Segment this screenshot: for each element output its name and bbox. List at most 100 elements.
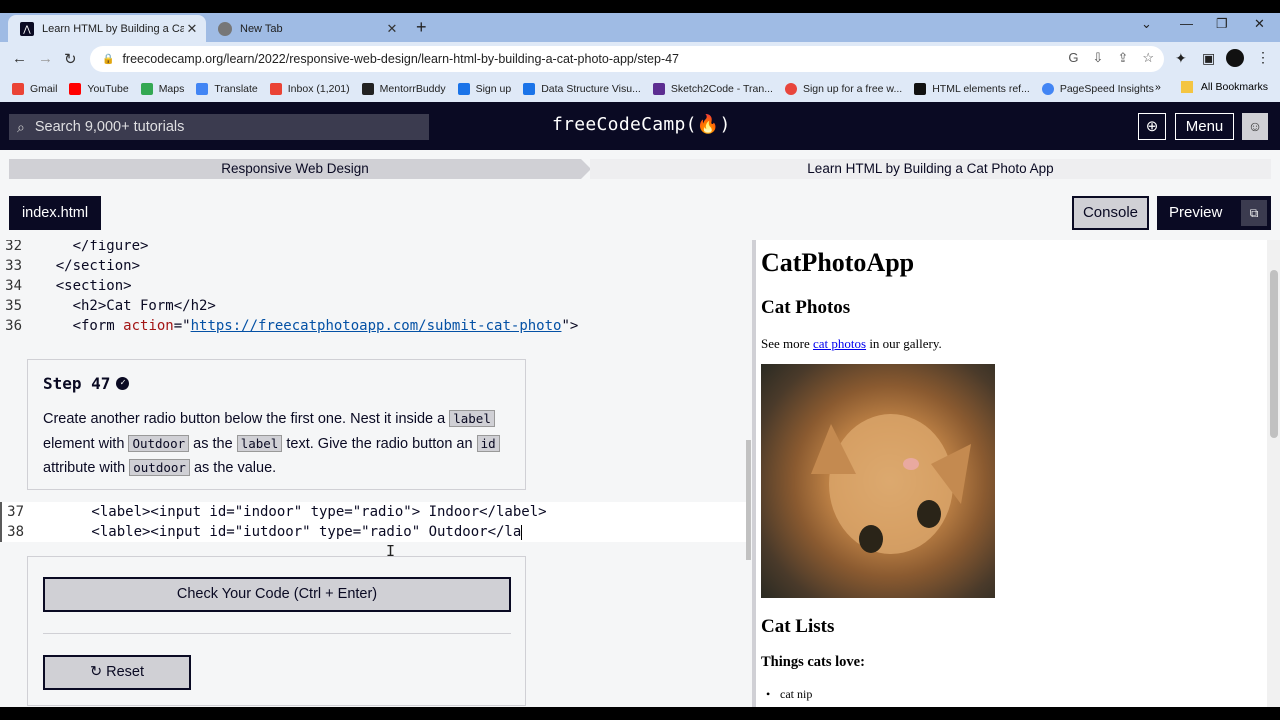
code-text: =" [173,318,191,334]
line-number: 38 [7,524,24,540]
text-caret [521,524,523,540]
code-line: 33 </section> [0,256,140,276]
share-icon[interactable]: ⇪ [1117,50,1128,66]
lock-icon[interactable]: 🔒 [102,54,114,65]
youtube-icon [69,82,82,95]
close-window-icon[interactable]: ✕ [1254,16,1265,32]
new-tab-icon[interactable]: + [416,17,427,38]
mentorrbuddy-icon [361,82,374,95]
check-code-button[interactable]: Check Your Code (Ctrl + Enter) [43,577,511,612]
sidepanel-icon[interactable]: ▣ [1202,50,1215,67]
code-url[interactable]: https://freecatphotoapp.com/submit-cat-p… [191,318,562,334]
breadcrumb-superblock[interactable]: Responsive Web Design [9,159,591,179]
address-bar[interactable]: 🔒 freecodecamp.org/learn/2022/responsive… [90,46,1164,72]
bookmark-label: HTML elements ref... [932,82,1030,95]
bookmark-gmail[interactable]: Gmail [12,82,57,95]
search-input[interactable]: ⌕ Search 9,000+ tutorials [9,114,429,140]
google-icon[interactable]: G [1068,50,1078,66]
code-text: <label><input id="indoor" type="radio"> … [24,504,547,520]
preview-button[interactable]: Preview ⧉ [1157,196,1271,230]
file-tab-index[interactable]: index.html [9,196,101,230]
close-tab-icon[interactable]: ✕ [384,21,400,37]
cat-image[interactable] [761,364,995,598]
preview-label: Preview [1169,204,1223,221]
preview-heading: CatPhotoApp [761,248,915,277]
bookmark-youtube[interactable]: YouTube [69,82,129,95]
kebab-menu-icon[interactable]: ⋮ [1256,49,1270,66]
install-icon[interactable]: ⇩ [1093,50,1104,66]
code-line: 32 </figure> [0,240,148,256]
extensions-icon[interactable]: ✦ [1175,50,1187,67]
bookmark-html-elements[interactable]: HTML elements ref... [914,82,1030,95]
inline-code: outdoor [129,459,190,476]
tab-fcc[interactable]: ⋀ Learn HTML by Building a Cat Ph ✕ [8,15,206,42]
bookmark-label: Inbox (1,201) [287,82,350,95]
step-instructions: Create another radio button below the fi… [43,407,510,481]
bookmark-signup-free[interactable]: Sign up for a free w... [784,82,902,95]
restore-icon[interactable]: ❐ [1216,16,1228,32]
bookmark-dsv[interactable]: Data Structure Visu... [523,82,641,95]
pagespeed-icon [1041,82,1054,95]
line-number: 34 [5,278,22,294]
minimize-icon[interactable]: — [1180,16,1193,31]
tab-title: Learn HTML by Building a Cat Ph [42,22,184,35]
signup-icon [457,82,470,95]
code-line: 34 <section> [0,276,131,296]
reset-label: Reset [106,664,145,680]
menu-button[interactable]: Menu [1175,113,1234,140]
mdn-icon [914,82,927,95]
fcc-logo[interactable]: freeCodeCamp(🔥) [552,114,731,135]
preview-scrollbar[interactable] [1267,240,1280,707]
breadcrumb-block[interactable]: Learn HTML by Building a Cat Photo App [590,159,1271,179]
scrollbar-thumb[interactable] [1270,270,1278,438]
all-bookmarks-label: All Bookmarks [1200,81,1268,93]
code-line-editable[interactable]: 37 <label><input id="indoor" type="radio… [0,502,748,522]
inline-code: Outdoor [128,434,190,452]
reset-button[interactable]: ↻ Reset [43,655,191,690]
inline-code: label [449,410,495,427]
browser-toolbar: ← → ↻ 🔒 freecodecamp.org/learn/2022/resp… [0,42,1280,75]
gmail-icon [269,82,282,95]
bookmark-signup[interactable]: Sign up [457,82,511,95]
inline-code: label [236,434,283,452]
code-line-editable[interactable]: 38 <lable><input id="iutdoor" type="radi… [0,522,748,542]
line-number: 35 [5,298,22,314]
all-bookmarks[interactable]: » All Bookmarks [1155,81,1268,93]
console-button[interactable]: Console [1072,196,1149,230]
desc-text: text. Give the radio button an [282,435,477,452]
divider [43,633,511,634]
star-icon[interactable]: ☆ [1142,50,1154,66]
avatar[interactable]: ☺ [1242,113,1268,140]
forward-icon[interactable]: → [38,50,53,67]
code-editor[interactable]: 32 </figure> 33 </section> 34 <section> … [0,240,752,707]
back-icon[interactable]: ← [12,50,27,67]
bookmark-mentorrbuddy[interactable]: MentorrBuddy [361,82,446,95]
more-bookmarks-icon[interactable]: » [1155,81,1161,93]
bookmark-maps[interactable]: Maps [140,82,184,95]
cat-photos-link[interactable]: cat photos [813,336,866,351]
desc-text: as the [189,435,237,452]
browser-window: ⋀ Learn HTML by Building a Cat Ph ✕ New … [0,13,1280,707]
bookmark-translate[interactable]: Translate [196,82,258,95]
popout-icon[interactable]: ⧉ [1241,200,1267,226]
editor-scrollbar[interactable] [746,440,751,560]
fcc-navbar: ⌕ Search 9,000+ tutorials freeCodeCamp(🔥… [0,102,1280,150]
bookmark-pagespeed[interactable]: PageSpeed Insights [1041,82,1154,95]
step-description: Step 47 ✓ Create another radio button bel… [27,359,526,490]
bookmark-sketch2code[interactable]: Sketch2Code - Tran... [652,82,773,95]
url-text: freecodecamp.org/learn/2022/responsive-w… [122,52,680,66]
globe-icon[interactable]: ⊕ [1138,113,1166,140]
inline-code: id [476,434,500,452]
line-number: 37 [7,504,24,520]
code-line: 35 <h2>Cat Form</h2> [0,296,216,316]
reload-icon[interactable]: ↻ [64,50,77,68]
profile-icon[interactable] [1226,49,1244,67]
chevron-down-icon[interactable]: ⌄ [1141,16,1152,32]
signup-free-icon [784,82,797,95]
bookmark-label: YouTube [87,82,129,95]
tab-new[interactable]: New Tab ✕ [206,15,406,42]
close-tab-icon[interactable]: ✕ [184,21,200,37]
desc-text: as the value. [189,460,277,476]
code-text: <form [22,318,124,334]
bookmark-inbox[interactable]: Inbox (1,201) [269,82,350,95]
